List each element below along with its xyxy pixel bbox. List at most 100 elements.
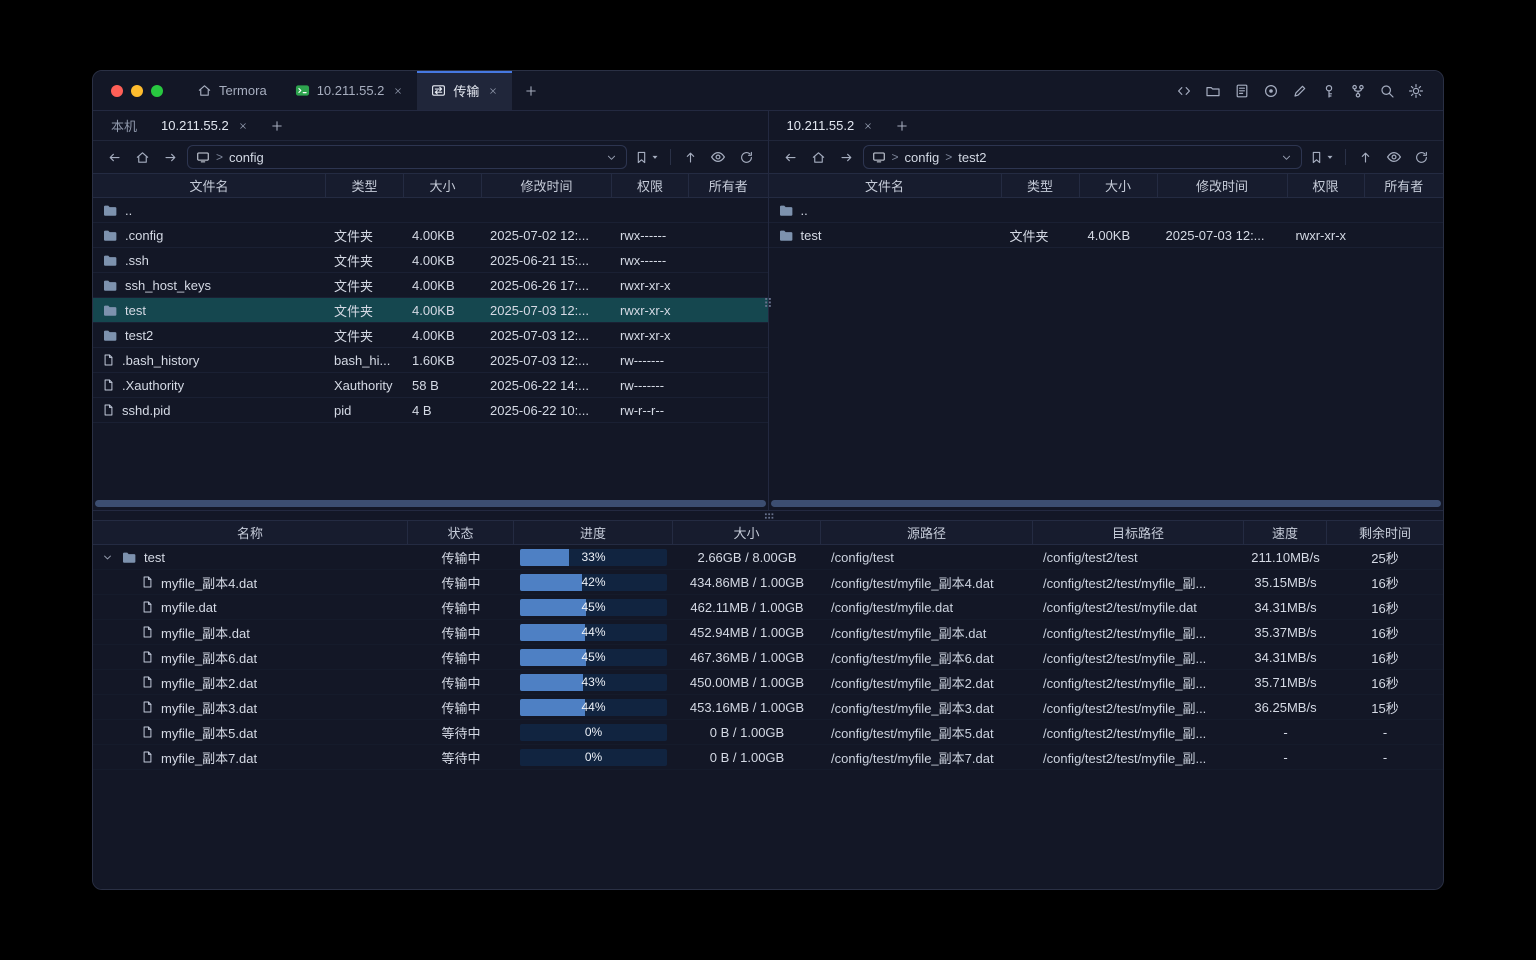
close-window-button[interactable] (111, 85, 123, 97)
transfer-row[interactable]: myfile_副本3.dat传输中44%453.16MB / 1.00GB/co… (93, 695, 1443, 720)
record-icon[interactable] (1258, 78, 1284, 104)
file-row[interactable]: .bash_historybash_hi...1.60KB2025-07-03 … (93, 348, 768, 373)
file-type (326, 198, 404, 222)
column-header[interactable]: 剩余时间 (1327, 521, 1443, 544)
column-header[interactable]: 类型 (326, 174, 404, 197)
transfer-row[interactable]: test传输中33%2.66GB / 8.00GB/config/test/co… (93, 545, 1443, 570)
column-header[interactable]: 权限 (1288, 174, 1365, 197)
column-header[interactable]: 大小 (1080, 174, 1158, 197)
breadcrumb-segment[interactable]: config (229, 150, 264, 165)
preview-button[interactable] (707, 146, 730, 169)
settings-icon[interactable] (1403, 78, 1429, 104)
column-header[interactable]: 速度 (1244, 521, 1327, 544)
window-tab-host[interactable]: 10.211.55.2 (281, 71, 418, 110)
column-header[interactable]: 源路径 (821, 521, 1033, 544)
path-breadcrumb[interactable]: >config (187, 145, 627, 169)
minimize-window-button[interactable] (131, 85, 143, 97)
file-row[interactable]: .. (769, 198, 1444, 223)
breadcrumb-segment[interactable]: config (905, 150, 940, 165)
forward-button[interactable] (159, 146, 182, 169)
file-row[interactable]: .ssh文件夹4.00KB2025-06-21 15:...rwx------ (93, 248, 768, 273)
file-modified: 2025-07-03 12:... (1158, 223, 1288, 247)
close-icon[interactable] (393, 86, 403, 96)
breadcrumb-segment[interactable]: test2 (958, 150, 986, 165)
home-button[interactable] (807, 146, 830, 169)
transfer-row[interactable]: myfile.dat传输中45%462.11MB / 1.00GB/config… (93, 595, 1443, 620)
panel-resize-handle[interactable]: ⠿ (763, 299, 773, 311)
file-row[interactable]: .. (93, 198, 768, 223)
column-header[interactable]: 名称 (93, 521, 408, 544)
file-panel-tab[interactable]: 10.211.55.2 (149, 111, 260, 140)
file-panel-tab[interactable]: 10.211.55.2 (775, 111, 886, 140)
close-icon[interactable] (488, 86, 498, 96)
expand-chevron-icon[interactable] (101, 551, 114, 564)
column-header[interactable]: 文件名 (769, 174, 1002, 197)
transfer-row[interactable]: myfile_副本2.dat传输中43%450.00MB / 1.00GB/co… (93, 670, 1443, 695)
column-header[interactable]: 所有者 (689, 174, 768, 197)
column-header[interactable]: 所有者 (1365, 174, 1444, 197)
transfer-row[interactable]: myfile_副本6.dat传输中45%467.36MB / 1.00GB/co… (93, 645, 1443, 670)
column-header[interactable]: 大小 (673, 521, 821, 544)
parent-directory-button[interactable] (1354, 146, 1377, 169)
column-header[interactable]: 权限 (612, 174, 689, 197)
bookmark-button[interactable] (632, 150, 662, 165)
preview-button[interactable] (1382, 146, 1405, 169)
refresh-button[interactable] (1410, 146, 1433, 169)
new-window-tab-button[interactable] (512, 71, 550, 110)
window-tab-termora[interactable]: Termora (183, 71, 281, 110)
back-button[interactable] (779, 146, 802, 169)
home-button[interactable] (131, 146, 154, 169)
file-row[interactable]: .XauthorityXauthority58 B2025-06-22 14:.… (93, 373, 768, 398)
branch-icon[interactable] (1345, 78, 1371, 104)
column-header[interactable]: 修改时间 (482, 174, 612, 197)
chevron-down-icon[interactable] (605, 151, 618, 164)
file-name: .ssh (125, 253, 149, 268)
parent-directory-button[interactable] (679, 146, 702, 169)
column-header[interactable]: 大小 (404, 174, 482, 197)
path-breadcrumb[interactable]: >config>test2 (863, 145, 1303, 169)
file-name-cell: test (93, 298, 326, 322)
close-icon[interactable] (238, 121, 248, 131)
transfer-row[interactable]: myfile_副本7.dat等待中0%0 B / 1.00GB/config/t… (93, 745, 1443, 770)
column-header[interactable]: 进度 (514, 521, 673, 544)
file-row[interactable]: .config文件夹4.00KB2025-07-02 12:...rwx----… (93, 223, 768, 248)
column-header[interactable]: 目标路径 (1033, 521, 1244, 544)
column-header[interactable]: 类型 (1002, 174, 1080, 197)
column-header[interactable]: 状态 (408, 521, 514, 544)
back-button[interactable] (103, 146, 126, 169)
file-modified: 2025-06-26 17:... (482, 273, 612, 297)
file-row[interactable]: test文件夹4.00KB2025-07-03 12:...rwxr-xr-x (769, 223, 1444, 248)
file-permissions: rwxr-xr-x (612, 273, 689, 297)
file-row[interactable]: test2文件夹4.00KB2025-07-03 12:...rwxr-xr-x (93, 323, 768, 348)
close-icon[interactable] (863, 121, 873, 131)
file-row[interactable]: test文件夹4.00KB2025-07-03 12:...rwxr-xr-x (93, 298, 768, 323)
edit-icon[interactable] (1287, 78, 1313, 104)
window-tab-transfer[interactable]: 传输 (417, 71, 512, 110)
refresh-button[interactable] (735, 146, 758, 169)
key-icon[interactable] (1316, 78, 1342, 104)
bookmark-button[interactable] (1307, 150, 1337, 165)
file-panel-tab[interactable]: 本机 (99, 111, 149, 140)
column-header[interactable]: 修改时间 (1158, 174, 1288, 197)
progress-label: 43% (520, 674, 667, 691)
new-file-tab-button[interactable] (260, 111, 294, 140)
chevron-down-icon[interactable] (1280, 151, 1293, 164)
search-icon[interactable] (1374, 78, 1400, 104)
new-file-tab-button[interactable] (885, 111, 919, 140)
code-icon[interactable] (1171, 78, 1197, 104)
transfer-row[interactable]: myfile_副本5.dat等待中0%0 B / 1.00GB/config/t… (93, 720, 1443, 745)
horizontal-scrollbar[interactable] (95, 500, 766, 507)
forward-button[interactable] (835, 146, 858, 169)
file-row[interactable]: ssh_host_keys文件夹4.00KB2025-06-26 17:...r… (93, 273, 768, 298)
horizontal-scrollbar[interactable] (771, 500, 1442, 507)
transfer-row[interactable]: myfile_副本.dat传输中44%452.94MB / 1.00GB/con… (93, 620, 1443, 645)
folder-icon[interactable] (1200, 78, 1226, 104)
bookmark-icon (634, 150, 649, 165)
progress-label: 44% (520, 624, 667, 641)
column-header[interactable]: 文件名 (93, 174, 326, 197)
log-icon[interactable] (1229, 78, 1255, 104)
transfer-resize-handle[interactable]: ⠿ (763, 512, 773, 521)
file-row[interactable]: sshd.pidpid4 B2025-06-22 10:...rw-r--r-- (93, 398, 768, 423)
zoom-window-button[interactable] (151, 85, 163, 97)
transfer-row[interactable]: myfile_副本4.dat传输中42%434.86MB / 1.00GB/co… (93, 570, 1443, 595)
